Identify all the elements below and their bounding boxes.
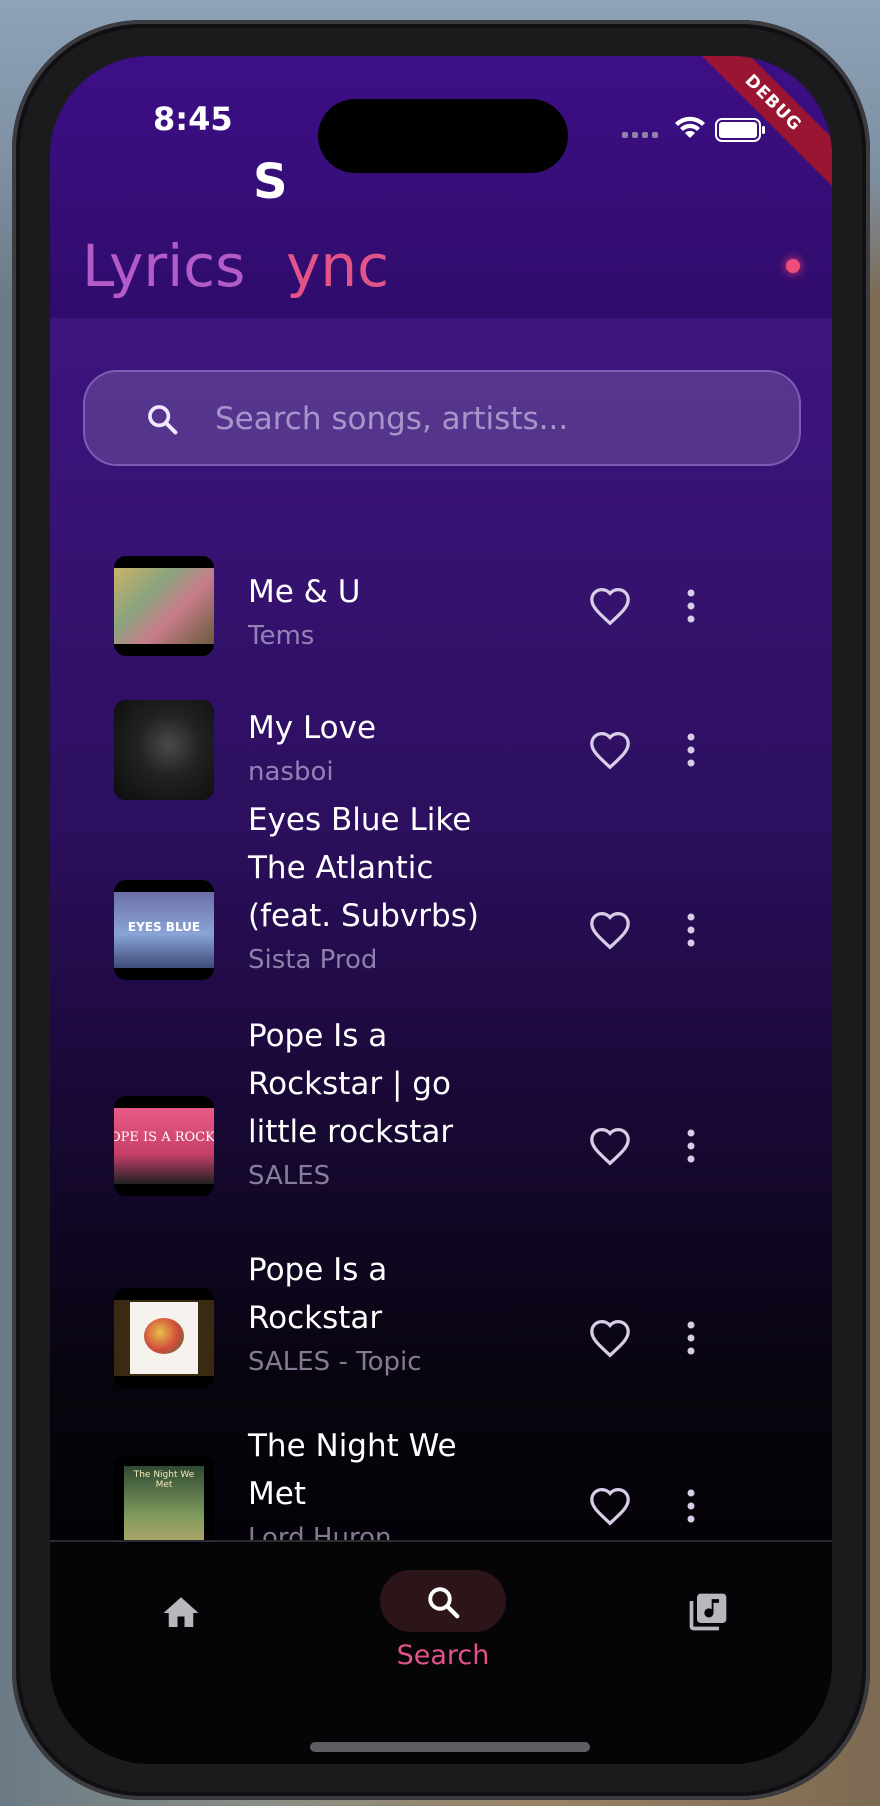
song-artist: SALES — [248, 1161, 331, 1191]
more-icon[interactable] — [686, 1320, 696, 1356]
more-icon[interactable] — [686, 1128, 696, 1164]
album-art: OPE IS A ROCKSTA — [114, 1096, 214, 1196]
song-artist: SALES - Topic — [248, 1347, 422, 1377]
song-title: Pope Is a — [248, 1252, 388, 1288]
search-icon — [428, 1587, 460, 1619]
song-title: Eyes Blue Like — [248, 802, 472, 838]
album-art: EYES BLUE — [114, 880, 214, 980]
song-artist: Sista Prod — [248, 945, 378, 975]
logo-sync: ync — [286, 232, 389, 300]
song-title: (feat. Subvrbs) — [248, 898, 479, 934]
dynamic-island — [318, 99, 568, 173]
app-screen: Me & U Tems My Love nasboi EYES BLUE Eye… — [50, 56, 832, 1764]
favorite-icon[interactable] — [588, 910, 632, 950]
battery-icon — [715, 118, 765, 142]
favorite-icon[interactable] — [588, 1126, 632, 1166]
song-title: Pope Is a — [248, 1018, 388, 1054]
song-artist: Lord Huron — [248, 1523, 392, 1540]
app-header: 8:45 DEBUG S Lyrics ync — [50, 56, 832, 318]
song-artist: Tems — [248, 621, 315, 651]
more-icon[interactable] — [686, 588, 696, 624]
song-artist: nasboi — [248, 757, 334, 787]
song-title: The Atlantic — [248, 850, 434, 886]
favorite-icon[interactable] — [588, 730, 632, 770]
song-title: Met — [248, 1476, 306, 1512]
nav-search-label[interactable]: Search — [350, 1640, 536, 1671]
favorite-icon[interactable] — [588, 586, 632, 626]
search-input[interactable] — [213, 388, 777, 450]
more-icon[interactable] — [686, 732, 696, 768]
song-title: The Night We — [248, 1428, 457, 1464]
album-art — [114, 556, 214, 656]
nav-search-button[interactable] — [380, 1570, 506, 1632]
song-title: My Love — [248, 710, 377, 746]
song-title: Me & U — [248, 574, 361, 610]
logo-lyrics: Lyrics — [82, 232, 246, 300]
more-icon[interactable] — [686, 1488, 696, 1524]
logo-s: S — [253, 154, 288, 210]
home-icon[interactable] — [160, 1592, 202, 1634]
status-icons — [622, 116, 765, 142]
status-time: 8:45 — [153, 100, 233, 138]
album-art-text: EYES BLUE — [127, 920, 201, 934]
signal-icon — [622, 132, 658, 138]
favorite-icon[interactable] — [588, 1486, 632, 1526]
more-icon[interactable] — [686, 912, 696, 948]
status-dot — [786, 259, 800, 273]
album-art — [114, 1288, 214, 1388]
album-art — [114, 700, 214, 800]
album-art-text: OPE IS A ROCKSTA — [114, 1130, 214, 1145]
album-art: The Night We Met — [114, 1456, 214, 1540]
bottom-nav: Search — [50, 1540, 832, 1764]
phone-frame: Me & U Tems My Love nasboi EYES BLUE Eye… — [12, 20, 870, 1800]
favorite-icon[interactable] — [588, 1318, 632, 1358]
wifi-icon — [675, 116, 705, 138]
song-title: little rockstar — [248, 1114, 454, 1150]
home-indicator[interactable] — [310, 1742, 590, 1752]
song-title: Rockstar — [248, 1300, 383, 1336]
library-music-icon[interactable] — [686, 1590, 730, 1634]
song-title: Rockstar | go — [248, 1066, 451, 1102]
album-art-text: The Night We Met — [133, 1470, 195, 1490]
search-bar[interactable] — [83, 370, 801, 466]
search-icon — [148, 405, 178, 435]
